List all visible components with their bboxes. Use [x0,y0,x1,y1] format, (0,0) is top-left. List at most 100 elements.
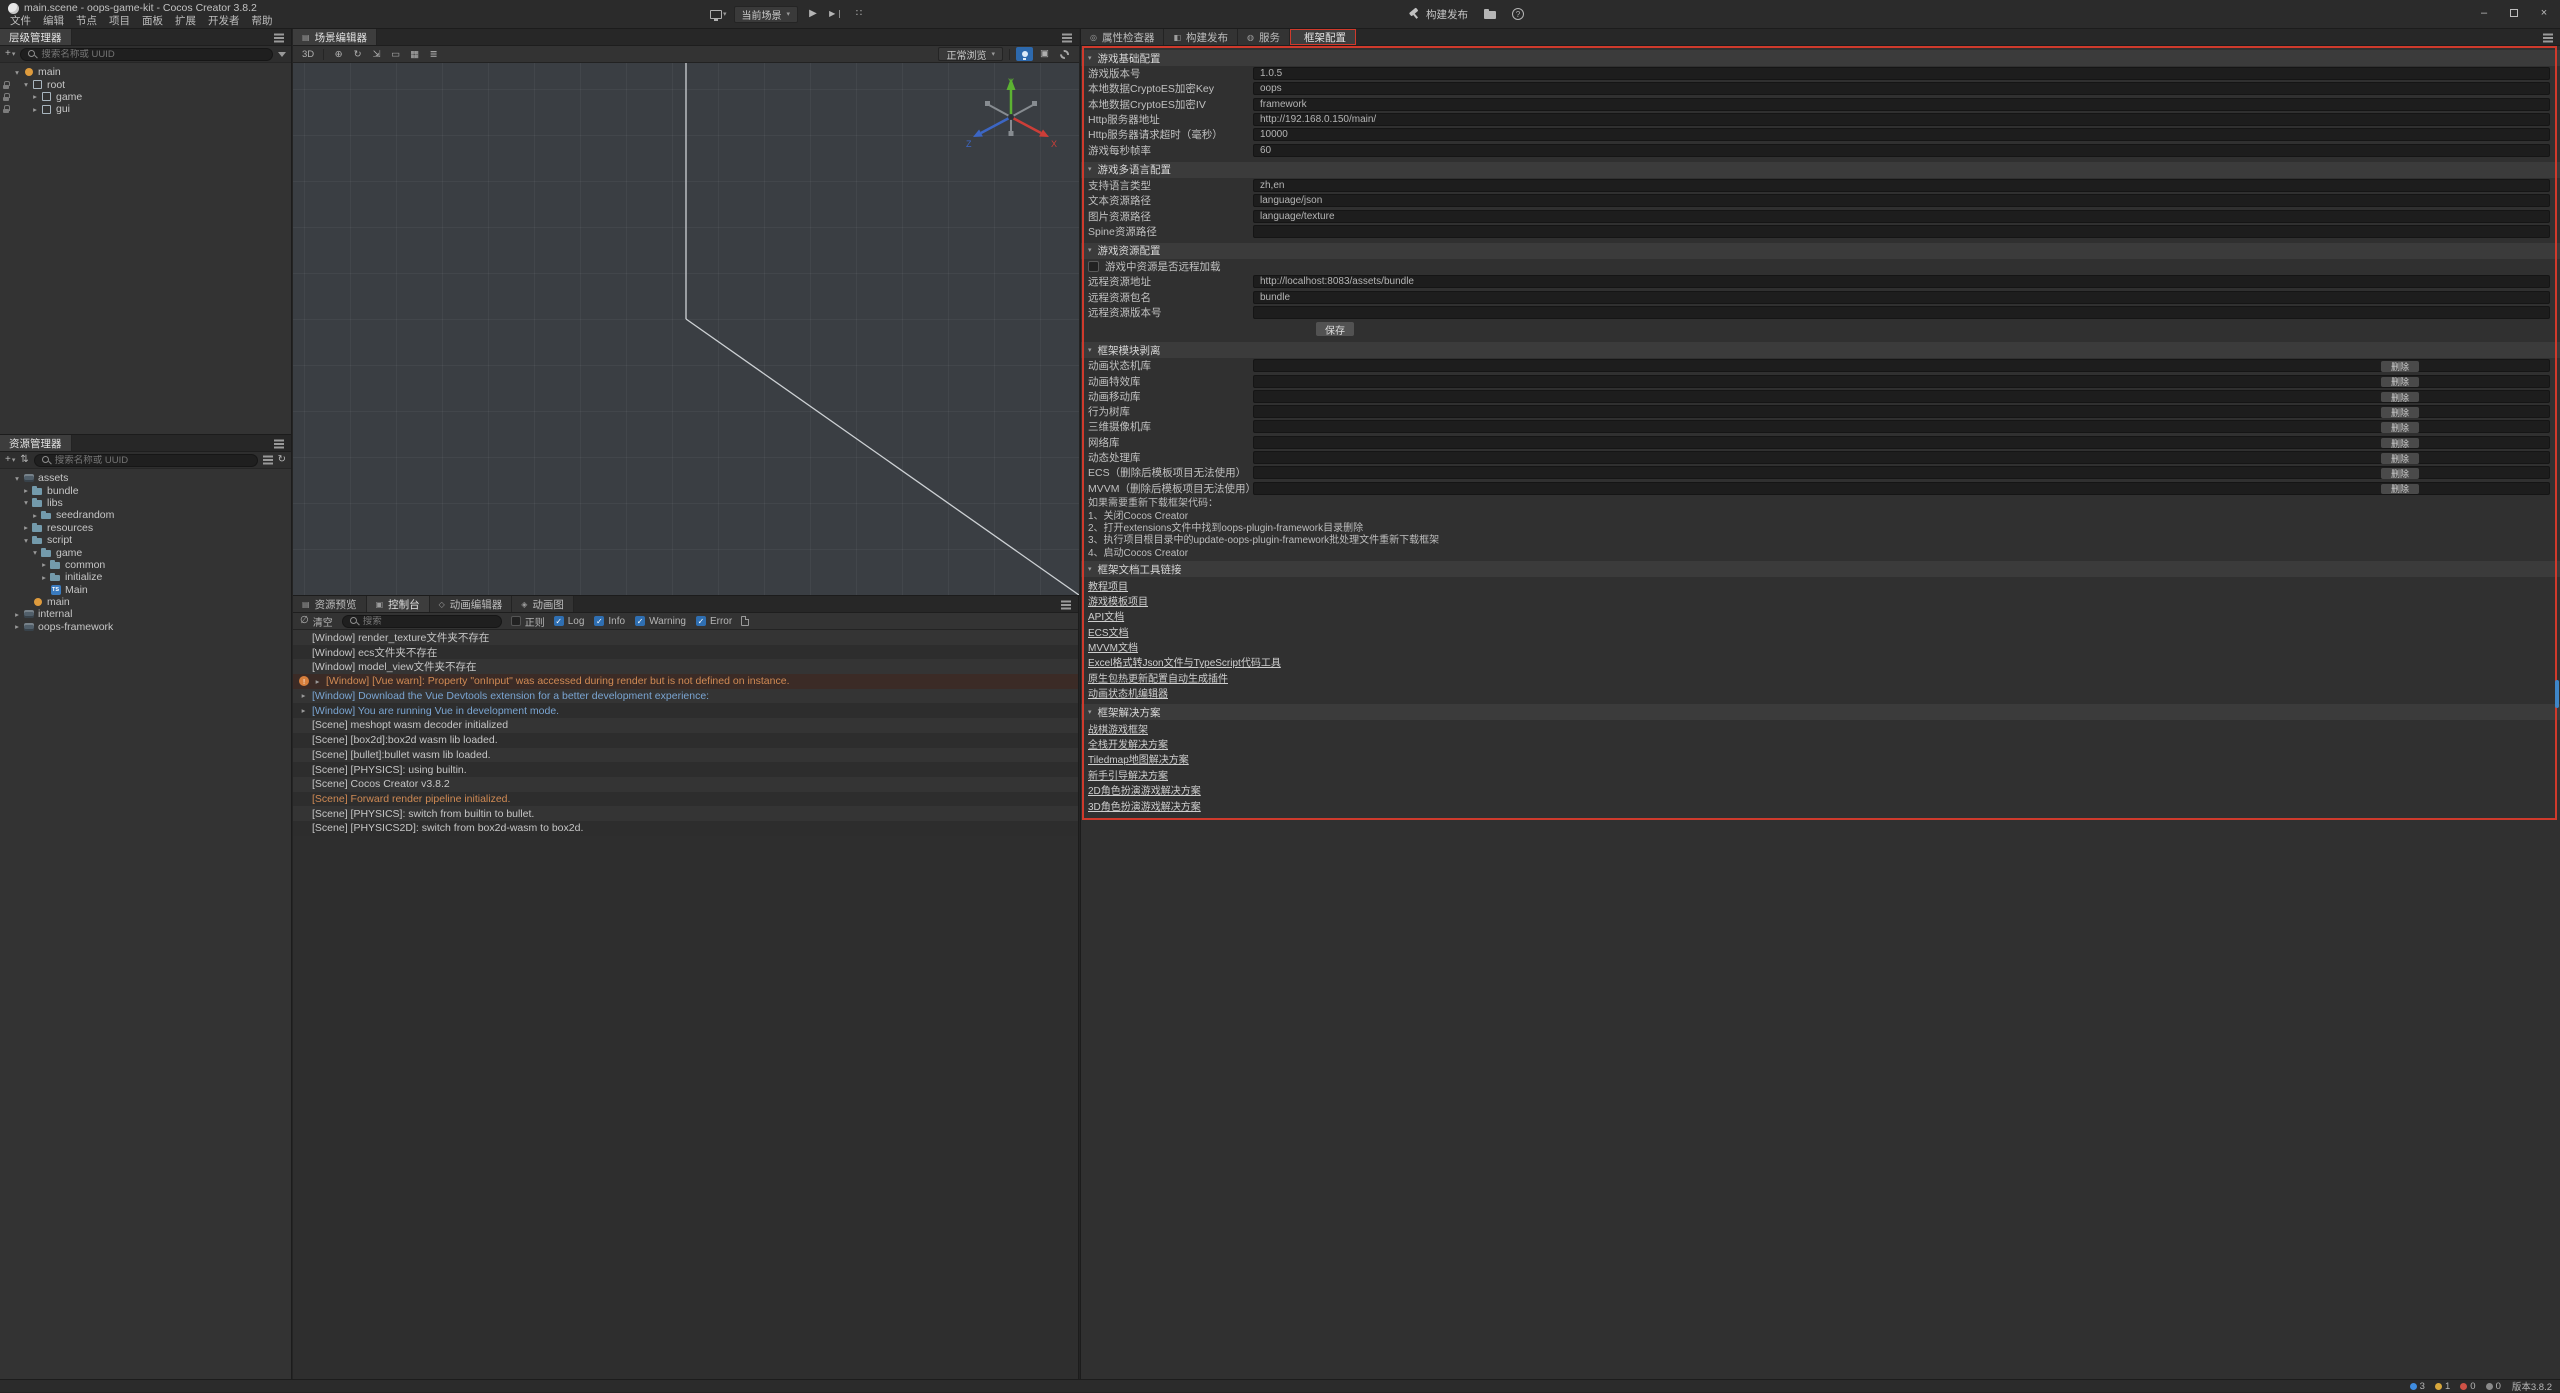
inspector-tab[interactable]: 服务 [1238,29,1290,45]
assets-tab[interactable]: 资源管理器 [0,435,72,451]
minimize-button[interactable] [2474,3,2494,23]
expand-arrow-icon[interactable] [21,536,31,545]
property-value-input[interactable]: bundle [1253,291,2550,304]
doc-link[interactable]: 原生包热更新配置自动生成插件 [1088,670,1228,685]
section-header[interactable]: 游戏资源配置 [1081,243,2560,259]
lock-icon[interactable] [3,105,9,113]
solution-link[interactable]: 战棋游戏框架 [1088,721,1148,736]
lock-icon[interactable] [3,93,9,101]
property-value-input[interactable]: 10000 [1253,128,2550,141]
console-tab[interactable]: 动画编辑器 [430,596,513,612]
remote-load-checkbox[interactable] [1088,261,1099,272]
solution-link[interactable]: 2D角色扮演游戏解决方案 [1088,782,1201,797]
menu-item[interactable]: 开发者 [202,14,246,28]
play-button[interactable] [805,6,821,22]
open-project-folder-button[interactable] [1484,9,1496,19]
property-value-input[interactable]: 60 [1253,144,2550,157]
doc-link[interactable]: 动画状态机编辑器 [1088,685,1168,700]
assets-menu-button[interactable] [274,439,284,445]
asset-row[interactable]: libs [0,497,291,509]
scene-camera-button[interactable] [1036,47,1053,61]
delete-button[interactable]: 删除 [2381,484,2419,495]
log-row[interactable]: ▸ [Window] Download the Vue Devtools ext… [293,689,1078,704]
delete-button[interactable]: 删除 [2381,438,2419,449]
expand-arrow-icon[interactable]: ▸ [313,678,322,686]
build-publish-button[interactable]: 构建发布 [1408,7,1468,22]
status-count-badge[interactable]: 0 [2460,1381,2475,1392]
log-row[interactable]: ▸ [Scene] [PHYSICS]: using builtin. [293,762,1078,777]
scene-light-toggle[interactable] [1016,47,1033,61]
inspector-scrollbar-thumb[interactable] [2555,680,2559,708]
expand-arrow-icon[interactable] [30,548,40,557]
asset-row[interactable]: main [0,596,291,608]
asset-row[interactable]: resources [0,522,291,534]
create-node-button[interactable] [5,49,15,59]
scene-viewport[interactable]: Y X Z [293,63,1079,595]
hierarchy-node-row[interactable]: gui [0,103,291,115]
console-tab[interactable]: 资源预览 [293,596,367,612]
filter-checkbox[interactable]: Log [554,616,585,627]
hierarchy-menu-button[interactable] [274,33,284,39]
status-count-badge[interactable]: 1 [2435,1381,2450,1392]
step-button[interactable] [828,6,844,22]
property-value-input[interactable] [1253,225,2550,238]
expand-arrow-icon[interactable] [39,573,49,582]
menu-item[interactable]: 扩展 [169,14,202,28]
console-tab[interactable]: 动画图 [512,596,574,612]
asset-row[interactable]: oops-framework [0,621,291,633]
delete-button[interactable]: 删除 [2381,377,2419,388]
property-value-input[interactable]: http://localhost:8083/assets/bundle [1253,275,2550,288]
doc-link[interactable]: 教程项目 [1088,578,1128,593]
filter-icon[interactable] [278,52,286,61]
menu-item[interactable]: 文件 [4,14,37,28]
expand-arrow-icon[interactable]: ▸ [299,707,308,715]
orientation-gizmo[interactable]: Y X Z [963,73,1059,157]
property-value-input[interactable]: language/texture [1253,210,2550,223]
inspector-menu-button[interactable] [2543,33,2553,39]
asset-row[interactable]: script [0,534,291,546]
asset-row[interactable]: common [0,559,291,571]
scene-select-dropdown[interactable]: 当前场景 [734,6,799,23]
lock-icon[interactable] [3,81,9,89]
inspector-tab[interactable]: 框架配置 [1290,29,1356,45]
delete-button[interactable]: 删除 [2381,407,2419,418]
property-value-input[interactable]: language/json [1253,194,2550,207]
log-row[interactable]: ▸ [Window] You are running Vue in develo… [293,703,1078,718]
doc-link[interactable]: ECS文档 [1088,624,1129,639]
property-value-input[interactable]: zh,en [1253,179,2550,192]
expand-arrow-icon[interactable] [21,523,31,532]
delete-button[interactable]: 删除 [2381,422,2419,433]
expand-arrow-icon[interactable] [30,511,40,520]
doc-link[interactable]: MVVM文档 [1088,639,1138,654]
asset-row[interactable]: internal [0,608,291,620]
asset-row[interactable]: assets [0,472,291,484]
refresh-assets-button[interactable] [278,455,286,465]
log-row[interactable]: ▸ [Scene] [box2d]:box2d wasm lib loaded. [293,733,1078,748]
delete-button[interactable]: 删除 [2381,468,2419,479]
section-header[interactable]: 框架文档工具链接 [1081,561,2560,577]
assets-search-input[interactable] [55,455,251,466]
hierarchy-node-row[interactable]: game [0,91,291,103]
log-row[interactable]: ▸ [Window] render_texture文件夹不存在 [293,630,1078,645]
filter-checkbox[interactable]: Error [696,616,732,627]
menu-item[interactable]: 帮助 [246,14,279,28]
layout-grid-button[interactable] [851,6,867,22]
inspector-tab[interactable]: 属性检查器 [1081,29,1164,45]
property-value-input[interactable]: http://192.168.0.150/main/ [1253,113,2550,126]
scene-menu-button[interactable] [1062,33,1072,39]
console-menu-button[interactable] [1061,600,1071,606]
hierarchy-tab[interactable]: 层级管理器 [0,29,72,45]
scene-settings-button[interactable] [1056,47,1073,61]
import-asset-button[interactable] [20,455,28,465]
sort-assets-button[interactable] [263,459,273,461]
status-count-badge[interactable]: 0 [2486,1381,2501,1392]
asset-row[interactable]: Main [0,584,291,596]
solution-link[interactable]: Tiledmap地图解决方案 [1088,751,1189,766]
log-row[interactable]: ▸ [Scene] Cocos Creator v3.8.2 [293,777,1078,792]
menu-item[interactable]: 编辑 [37,14,70,28]
save-button[interactable]: 保存 [1316,322,1354,336]
log-row[interactable]: ▸ [Window] model_view文件夹不存在 [293,659,1078,674]
preview-device-button[interactable] [710,6,727,22]
log-row[interactable]: ! ▸ [Window] [Vue warn]: Property "onInp… [293,674,1078,689]
maximize-button[interactable] [2504,3,2524,23]
